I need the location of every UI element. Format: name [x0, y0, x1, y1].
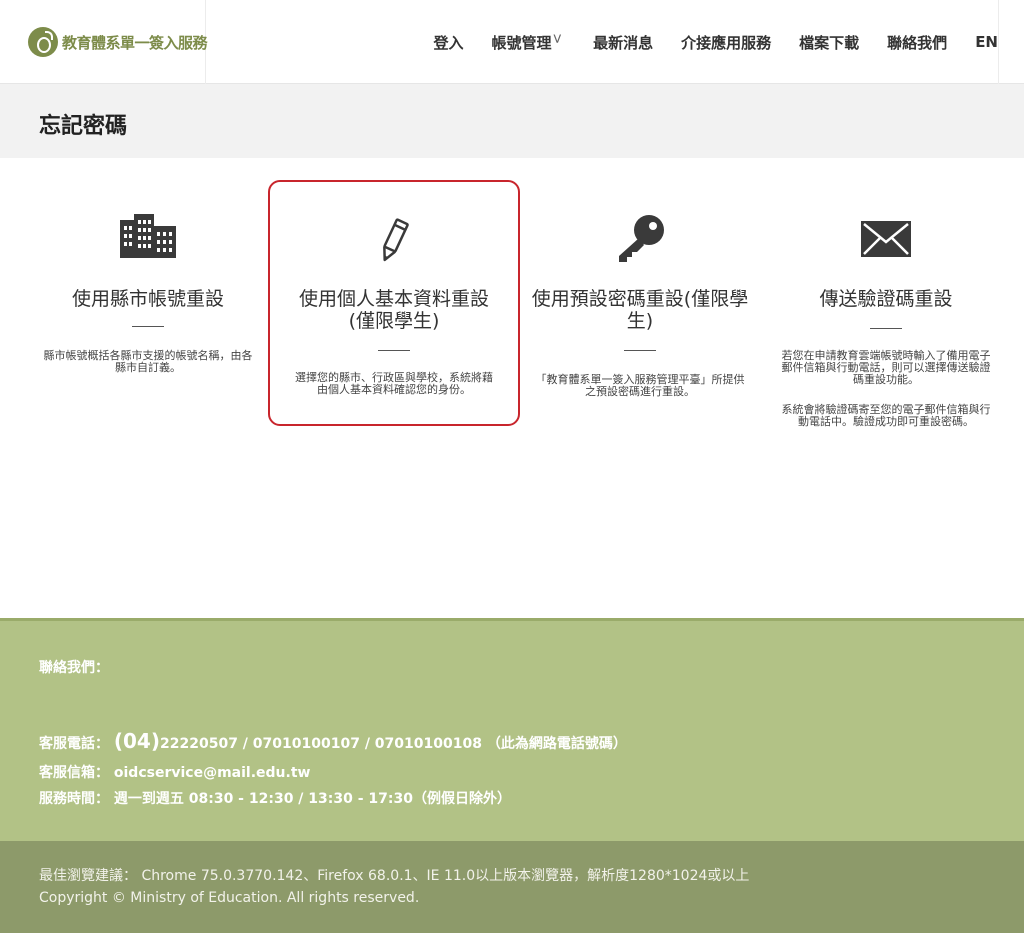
- nav-news[interactable]: 最新消息: [593, 32, 653, 53]
- card-description: 「教育體系單一簽入服務管理平臺」所提供之預設密碼進行重設。: [535, 373, 745, 398]
- logo-icon: [28, 27, 58, 57]
- card-description: 若您在申請教育雲端帳號時輸入了備用電子郵件信箱與行動電話，則可以選擇傳送驗證碼重…: [781, 349, 991, 386]
- nav-integration-services[interactable]: 介接應用服務: [681, 32, 771, 53]
- nav-downloads[interactable]: 檔案下載: [799, 32, 859, 53]
- contact-heading: 聯絡我們：: [39, 660, 109, 676]
- email-line: 客服信箱： oidcservice@mail.edu.tw: [39, 762, 310, 782]
- main-nav: 登入 帳號管理 ⋁ 最新消息 介接應用服務 檔案下載 聯絡我們 EN: [406, 0, 999, 84]
- footer-bottom: 最佳瀏覽建議： Chrome 75.0.3770.142、Firefox 68.…: [0, 841, 1024, 933]
- phone-numbers: 22220507 / 07010100107 / 07010100108 （此為…: [160, 736, 627, 752]
- reset-option-verification-code[interactable]: 傳送驗證碼重設 若您在申請教育雲端帳號時輸入了備用電子郵件信箱與行動電話，則可以…: [760, 180, 1012, 428]
- card-title: 使用個人基本資料重設(僅限學生): [298, 288, 489, 332]
- footer-contact: 聯絡我們： 客服電話： (04)22220507 / 07010100107 /…: [0, 618, 1024, 841]
- card-description: 選擇您的縣市、行政區與學校，系統將藉由個人基本資料確認您的身份。: [295, 371, 493, 396]
- phone-area-code: (04): [113, 729, 160, 753]
- envelope-icon: [760, 220, 1012, 280]
- hours-label: 服務時間：: [39, 791, 109, 807]
- reset-option-city-account[interactable]: 使用縣市帳號重設 縣市帳號概括各縣市支援的帳號名稱，由各縣市自訂義。: [22, 180, 274, 426]
- nav-account-management-label: 帳號管理: [491, 33, 552, 52]
- site-header: 教育體系單一簽入服務 登入 帳號管理 ⋁ 最新消息 介接應用服務 檔案下載 聯絡…: [0, 0, 1024, 84]
- key-icon: [514, 212, 766, 272]
- reset-option-personal-info[interactable]: 使用個人基本資料重設(僅限學生) 選擇您的縣市、行政區與學校，系統將藉由個人基本…: [268, 180, 520, 426]
- copyright: Copyright © Ministry of Education. All r…: [39, 890, 420, 906]
- card-title: 傳送驗證碼重設: [819, 288, 953, 310]
- logo-text: 教育體系單一簽入服務: [62, 33, 208, 52]
- page-title-bar: 忘記密碼: [0, 84, 1024, 158]
- pencil-icon: [270, 216, 518, 276]
- phone-line: 客服電話： (04)22220507 / 07010100107 / 07010…: [39, 729, 627, 753]
- hours-value: 週一到週五 08:30 - 12:30 / 13:30 - 17:30（例假日除…: [113, 791, 511, 807]
- nav-login[interactable]: 登入: [434, 32, 464, 53]
- header-divider: [998, 0, 999, 84]
- nav-language-en[interactable]: EN: [975, 33, 998, 51]
- browser-note: 最佳瀏覽建議： Chrome 75.0.3770.142、Firefox 68.…: [39, 868, 750, 884]
- card-divider: [870, 328, 902, 329]
- nav-contact[interactable]: 聯絡我們: [887, 32, 947, 53]
- phone-label: 客服電話：: [39, 736, 109, 752]
- card-description: 縣市帳號概括各縣市支援的帳號名稱，由各縣市自訂義。: [43, 349, 253, 374]
- card-title: 使用縣市帳號重設: [71, 288, 224, 310]
- card-title: 使用預設密碼重設(僅限學生): [531, 288, 749, 332]
- card-divider: [132, 326, 164, 327]
- email-label: 客服信箱：: [39, 765, 109, 781]
- email-link[interactable]: oidcservice@mail.edu.tw: [114, 765, 311, 781]
- page-title: 忘記密碼: [39, 114, 128, 139]
- reset-options: 使用縣市帳號重設 縣市帳號概括各縣市支援的帳號名稱，由各縣市自訂義。 使用個人基…: [0, 158, 1024, 618]
- nav-account-management[interactable]: 帳號管理 ⋁: [492, 32, 562, 53]
- card-divider: [378, 350, 410, 351]
- reset-option-default-password[interactable]: 使用預設密碼重設(僅限學生) 「教育體系單一簽入服務管理平臺」所提供之預設密碼進…: [514, 180, 766, 426]
- city-building-icon: [22, 210, 274, 270]
- card-description-secondary: 系統會將驗證碼寄至您的電子郵件信箱與行動電話中。驗證成功即可重設密碼。: [781, 403, 991, 428]
- site-logo[interactable]: 教育體系單一簽入服務: [0, 0, 208, 84]
- chevron-down-icon: ⋁: [553, 33, 562, 44]
- hours-line: 服務時間： 週一到週五 08:30 - 12:30 / 13:30 - 17:3…: [39, 788, 511, 808]
- card-divider: [624, 350, 656, 351]
